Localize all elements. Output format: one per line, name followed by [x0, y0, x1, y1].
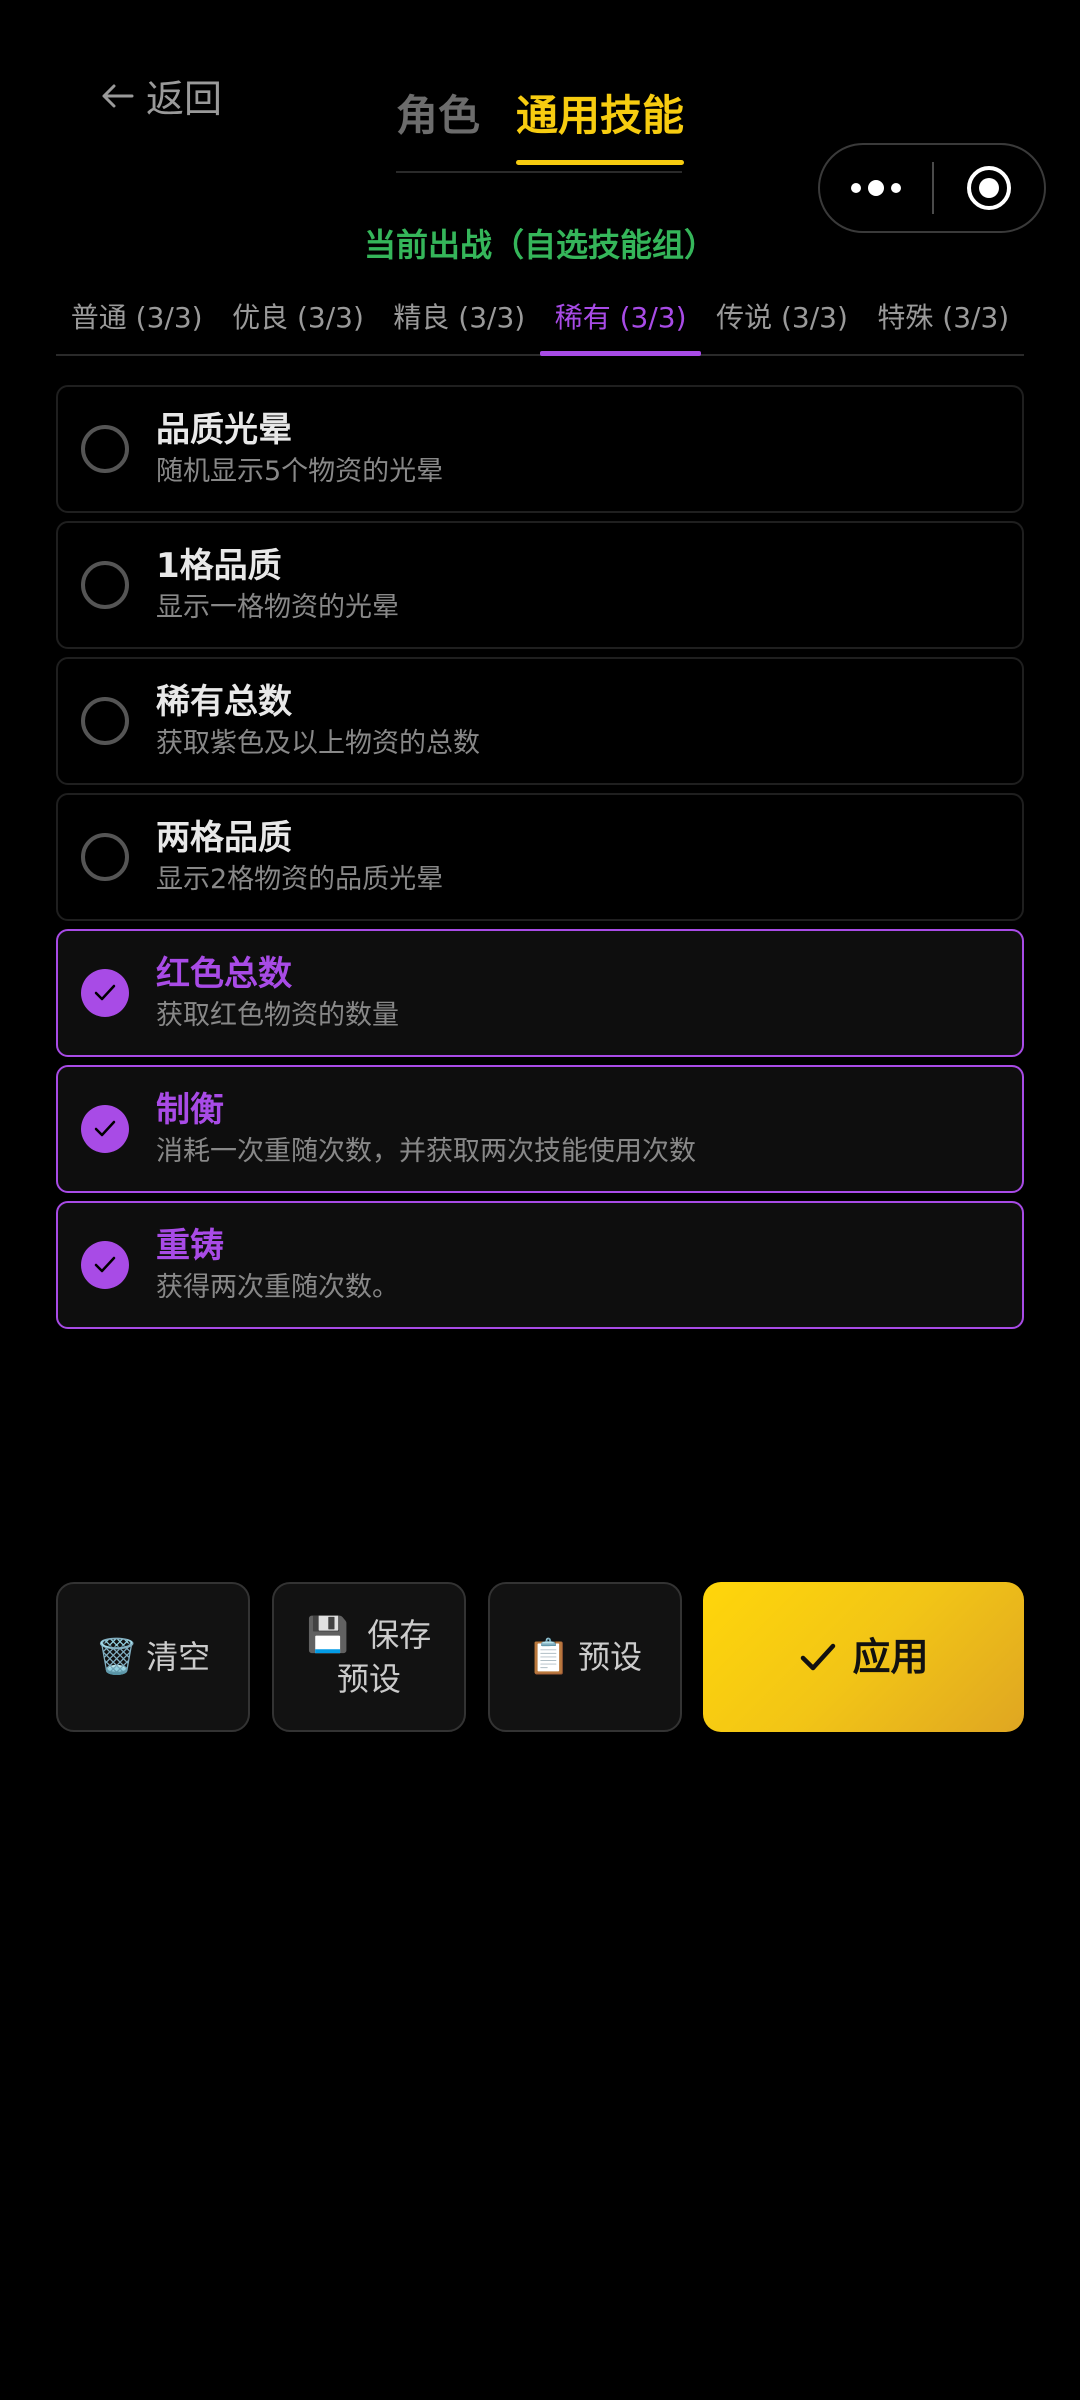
quality-tab-good[interactable]: 优良 (3/3) [217, 282, 378, 354]
clipboard-icon: 📋 [527, 1637, 571, 1677]
apply-label: 应用 [852, 1635, 929, 1679]
floppy-disk-icon: 💾 [306, 1615, 350, 1655]
trash-icon: 🗑️ [95, 1637, 139, 1677]
quality-tab-common[interactable]: 普通 (3/3) [56, 282, 217, 354]
skill-list: 品质光晕 随机显示5个物资的光晕 1格品质 显示一格物资的光晕 稀有总数 获取紫… [56, 385, 1024, 1337]
arrow-left-icon [102, 84, 134, 107]
tabs-divider [396, 171, 682, 173]
checkmark-icon[interactable] [81, 969, 129, 1017]
skill-item-selected[interactable]: 重铸 获得两次重随次数。 [56, 1201, 1024, 1329]
skill-desc: 获取红色物资的数量 [156, 1000, 399, 1031]
close-miniprogram-button[interactable] [934, 164, 1044, 212]
check-icon [801, 1643, 836, 1671]
skill-desc: 获取紫色及以上物资的总数 [156, 728, 480, 759]
save-preset-label-line1: 保存 [367, 1616, 432, 1654]
save-preset-label-line2: 预设 [336, 1660, 401, 1698]
radio-unchecked-icon[interactable] [81, 425, 129, 473]
back-label: 返回 [146, 77, 223, 121]
skill-name: 制衡 [156, 1090, 224, 1130]
skill-name: 1格品质 [156, 546, 282, 586]
save-preset-button[interactable]: 💾 保存 预设 [272, 1582, 466, 1732]
radio-unchecked-icon[interactable] [81, 561, 129, 609]
tab-role[interactable]: 角色 [396, 82, 480, 165]
skill-desc: 显示一格物资的光晕 [156, 592, 399, 623]
preset-label: 预设 [578, 1638, 643, 1676]
skill-name: 重铸 [156, 1226, 224, 1266]
current-battle-status: 当前出战（自选技能组） [363, 226, 716, 264]
quality-tab-special[interactable]: 特殊 (3/3) [863, 282, 1024, 354]
skill-name: 两格品质 [156, 818, 292, 858]
top-tabs: 角色 通用技能 [396, 82, 685, 165]
skill-desc: 消耗一次重随次数，并获取两次技能使用次数 [156, 1136, 696, 1167]
skill-desc: 显示2格物资的品质光晕 [156, 864, 444, 895]
skill-name: 稀有总数 [156, 682, 292, 722]
quality-tab-legendary[interactable]: 传说 (3/3) [701, 282, 862, 354]
clear-button[interactable]: 🗑️ 清空 [56, 1582, 250, 1732]
skill-item-selected[interactable]: 制衡 消耗一次重随次数，并获取两次技能使用次数 [56, 1065, 1024, 1193]
more-dots-icon [851, 180, 901, 196]
skill-name: 红色总数 [156, 954, 292, 994]
skill-name: 品质光晕 [156, 410, 292, 450]
preset-button[interactable]: 📋 预设 [488, 1582, 682, 1732]
apply-button[interactable]: 应用 [703, 1582, 1024, 1732]
skill-desc: 获得两次重随次数。 [156, 1272, 399, 1303]
tab-common-skills[interactable]: 通用技能 [516, 82, 685, 165]
more-button[interactable] [820, 178, 932, 198]
quality-tab-fine[interactable]: 精良 (3/3) [379, 282, 540, 354]
skill-item[interactable]: 1格品质 显示一格物资的光晕 [56, 521, 1024, 649]
page: 返回 角色 通用技能 当前出战（自选技能组） 普通 (3/3) 优良 (3/3)… [0, 0, 1080, 2400]
skill-item[interactable]: 稀有总数 获取紫色及以上物资的总数 [56, 657, 1024, 785]
skill-desc: 随机显示5个物资的光晕 [156, 456, 444, 487]
quality-tabs: 普通 (3/3) 优良 (3/3) 精良 (3/3) 稀有 (3/3) 传说 (… [56, 282, 1024, 356]
radio-unchecked-icon[interactable] [81, 833, 129, 881]
checkmark-icon[interactable] [81, 1241, 129, 1289]
radio-unchecked-icon[interactable] [81, 697, 129, 745]
target-icon [967, 166, 1011, 210]
back-button[interactable]: 返回 [98, 68, 222, 123]
skill-item-selected[interactable]: 红色总数 获取红色物资的数量 [56, 929, 1024, 1057]
skill-item[interactable]: 品质光晕 随机显示5个物资的光晕 [56, 385, 1024, 513]
clear-label: 清空 [146, 1638, 211, 1676]
quality-tab-rare[interactable]: 稀有 (3/3) [539, 282, 702, 356]
checkmark-icon[interactable] [81, 1105, 129, 1153]
skill-item[interactable]: 两格品质 显示2格物资的品质光晕 [56, 793, 1024, 921]
